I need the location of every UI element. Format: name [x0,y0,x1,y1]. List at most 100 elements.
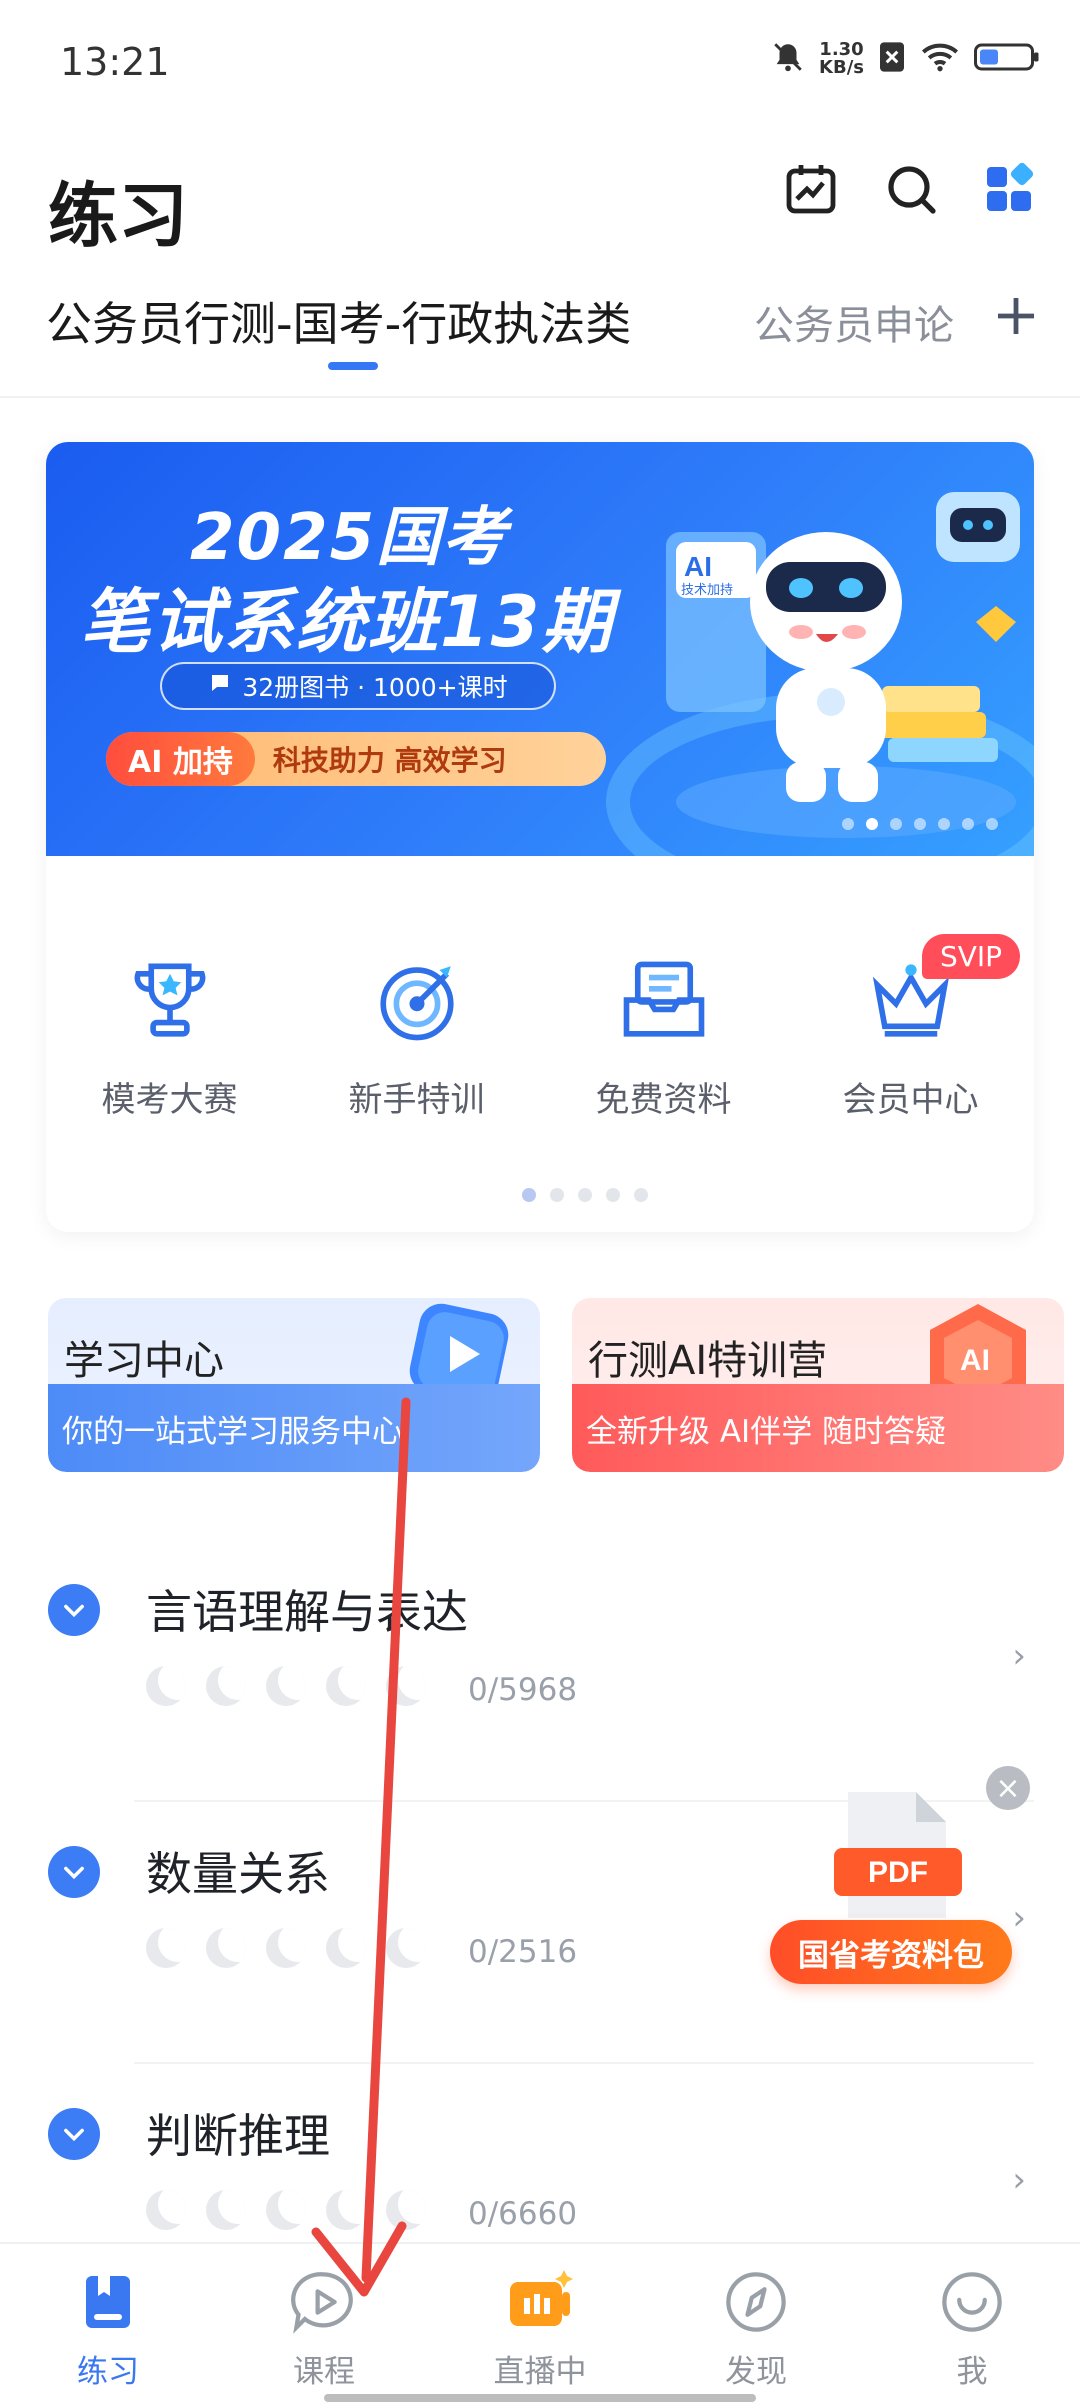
smile-icon [936,2266,1008,2338]
moon-icon [266,2190,306,2230]
banner-ai-strip: AI 加持 科技助力 高效学习 [106,732,606,786]
banner-page-dot-active [866,818,878,830]
ai-camp-subtitle: 全新升级 AI伴学 随时答疑 [572,1384,1064,1472]
header-actions [782,160,1040,218]
banner-card: 2025国考 笔试系统班13期 32册图书 · 1000+课时 AI 加持 科技… [46,442,1034,1232]
target-icon [369,952,465,1048]
status-time: 13:21 [60,40,170,84]
header-divider [0,396,1080,398]
moon-icon [146,2190,186,2230]
nav-label: 课程 [293,2354,355,2390]
robot-illustration: AI 技术加持 [626,472,1034,852]
nav-discover[interactable]: 发现 [648,2244,864,2408]
moon-icon [326,2190,366,2230]
quick-entries-pager [46,1188,1034,1202]
moon-icon [266,1928,306,1968]
subject-count: 0/5968 [468,1672,578,1708]
ai-slogan: 科技助力 高效学习 [272,744,507,777]
quick-entry-label: 新手特训 [348,1080,485,1120]
quick-page-dot [550,1188,564,1202]
quick-entry-free-materials[interactable]: 免费资料 [540,952,787,1121]
subject-row[interactable]: 言语理解与表达 0/5968 › [0,1540,1080,1802]
progress-moons [146,1666,426,1706]
subject-name: 判断推理 [146,2109,330,2163]
banner-pill: 32册图书 · 1000+课时 [160,662,556,710]
compass-icon [720,2266,792,2338]
quick-entry-mock-exam[interactable]: 模考大赛 [46,952,293,1121]
pdf-file-label: PDF [868,1856,928,1889]
expand-chevron-icon[interactable] [48,1584,100,1636]
pdf-promo[interactable]: PDF 国省考资料包 [770,1776,1020,1988]
sim-off-icon [878,41,906,77]
robot-badge-sub: 技术加持 [681,583,733,598]
banner-page-dot [962,818,974,830]
quick-page-dot-active [522,1188,536,1202]
moon-icon [206,2190,246,2230]
apps-grid-icon[interactable] [982,160,1040,218]
moon-icon [326,1666,366,1706]
file-box-icon [616,952,712,1048]
nav-label: 练习 [77,2354,139,2390]
nav-live[interactable]: 直播中 [432,2244,648,2408]
moon-icon [206,1666,246,1706]
ai-tag: AI 加持 [106,732,255,786]
nav-label: 我 [956,2354,988,2390]
subject-name: 言语理解与表达 [146,1585,468,1639]
moon-icon [386,1666,426,1706]
study-center-subtitle: 你的一站式学习服务中心 [48,1384,540,1472]
chevron-right-icon: › [1012,1636,1026,1676]
battery-icon [974,41,1040,77]
tab-shenlun[interactable]: 公务员申论 [754,293,954,351]
moon-icon [386,2190,426,2230]
trophy-icon [122,952,218,1048]
moon-icon [326,1928,366,1968]
calendar-chart-icon[interactable] [782,160,840,218]
expand-chevron-icon[interactable] [48,1846,100,1898]
moon-icon [146,1928,186,1968]
svip-badge: SVIP [922,934,1021,979]
quick-entries: 模考大赛 新手特训 免费资料 会员中心 [46,952,1034,1121]
quick-page-dot [634,1188,648,1202]
nav-courses[interactable]: 课程 [216,2244,432,2408]
moon-icon [386,1928,426,1968]
status-bar: 13:21 1.30 KB/s [0,0,1080,130]
live-icon [504,2266,576,2338]
quick-page-dot [578,1188,592,1202]
quick-entry-label: 会员中心 [842,1080,979,1120]
study-center-card[interactable]: 学习中心 你的一站式学习服务中心 [48,1298,540,1472]
nav-practice[interactable]: 练习 [0,2244,216,2408]
banner-page-dot [890,818,902,830]
search-icon[interactable] [882,160,940,218]
banner-title-line1: 2025国考 [190,501,509,575]
add-tab-icon[interactable] [992,292,1040,340]
subject-count: 0/6660 [468,2196,578,2232]
expand-chevron-icon[interactable] [48,2108,100,2160]
banner-page-dot [914,818,926,830]
home-indicator[interactable] [324,2394,756,2402]
tab-indicator [328,362,378,370]
pdf-promo-button[interactable]: 国省考资料包 [770,1920,1012,1984]
nav-me[interactable]: 我 [864,2244,1080,2408]
ai-camp-card[interactable]: 行测AI特训营 AI 全新升级 AI伴学 随时答疑 [572,1298,1064,1472]
mute-bell-icon [771,40,805,78]
quick-page-dot [606,1188,620,1202]
play-bubble-icon [288,2266,360,2338]
close-icon[interactable]: × [986,1766,1030,1810]
pdf-file-icon: PDF [834,1792,962,1918]
ai-camp-title: 行测AI特训营 [588,1338,828,1384]
chevron-right-icon: › [1012,2160,1026,2200]
page-title: 练习 [48,175,188,257]
progress-moons [146,2190,426,2230]
banner-page-dot [842,818,854,830]
moon-icon [146,1666,186,1706]
tab-xingce[interactable]: 公务员行测-国考-行政执法类 [46,288,631,354]
banner-pager [842,818,998,830]
nav-label: 发现 [725,2354,787,2390]
promo-banner[interactable]: 2025国考 笔试系统班13期 32册图书 · 1000+课时 AI 加持 科技… [46,442,1034,856]
moon-icon [266,1666,306,1706]
progress-moons [146,1928,426,1968]
quick-entry-novice-training[interactable]: 新手特训 [293,952,540,1121]
net-speed-unit: KB/s [819,57,864,78]
banner-pill-text: 32册图书 · 1000+课时 [242,673,508,702]
wifi-icon [920,41,960,77]
